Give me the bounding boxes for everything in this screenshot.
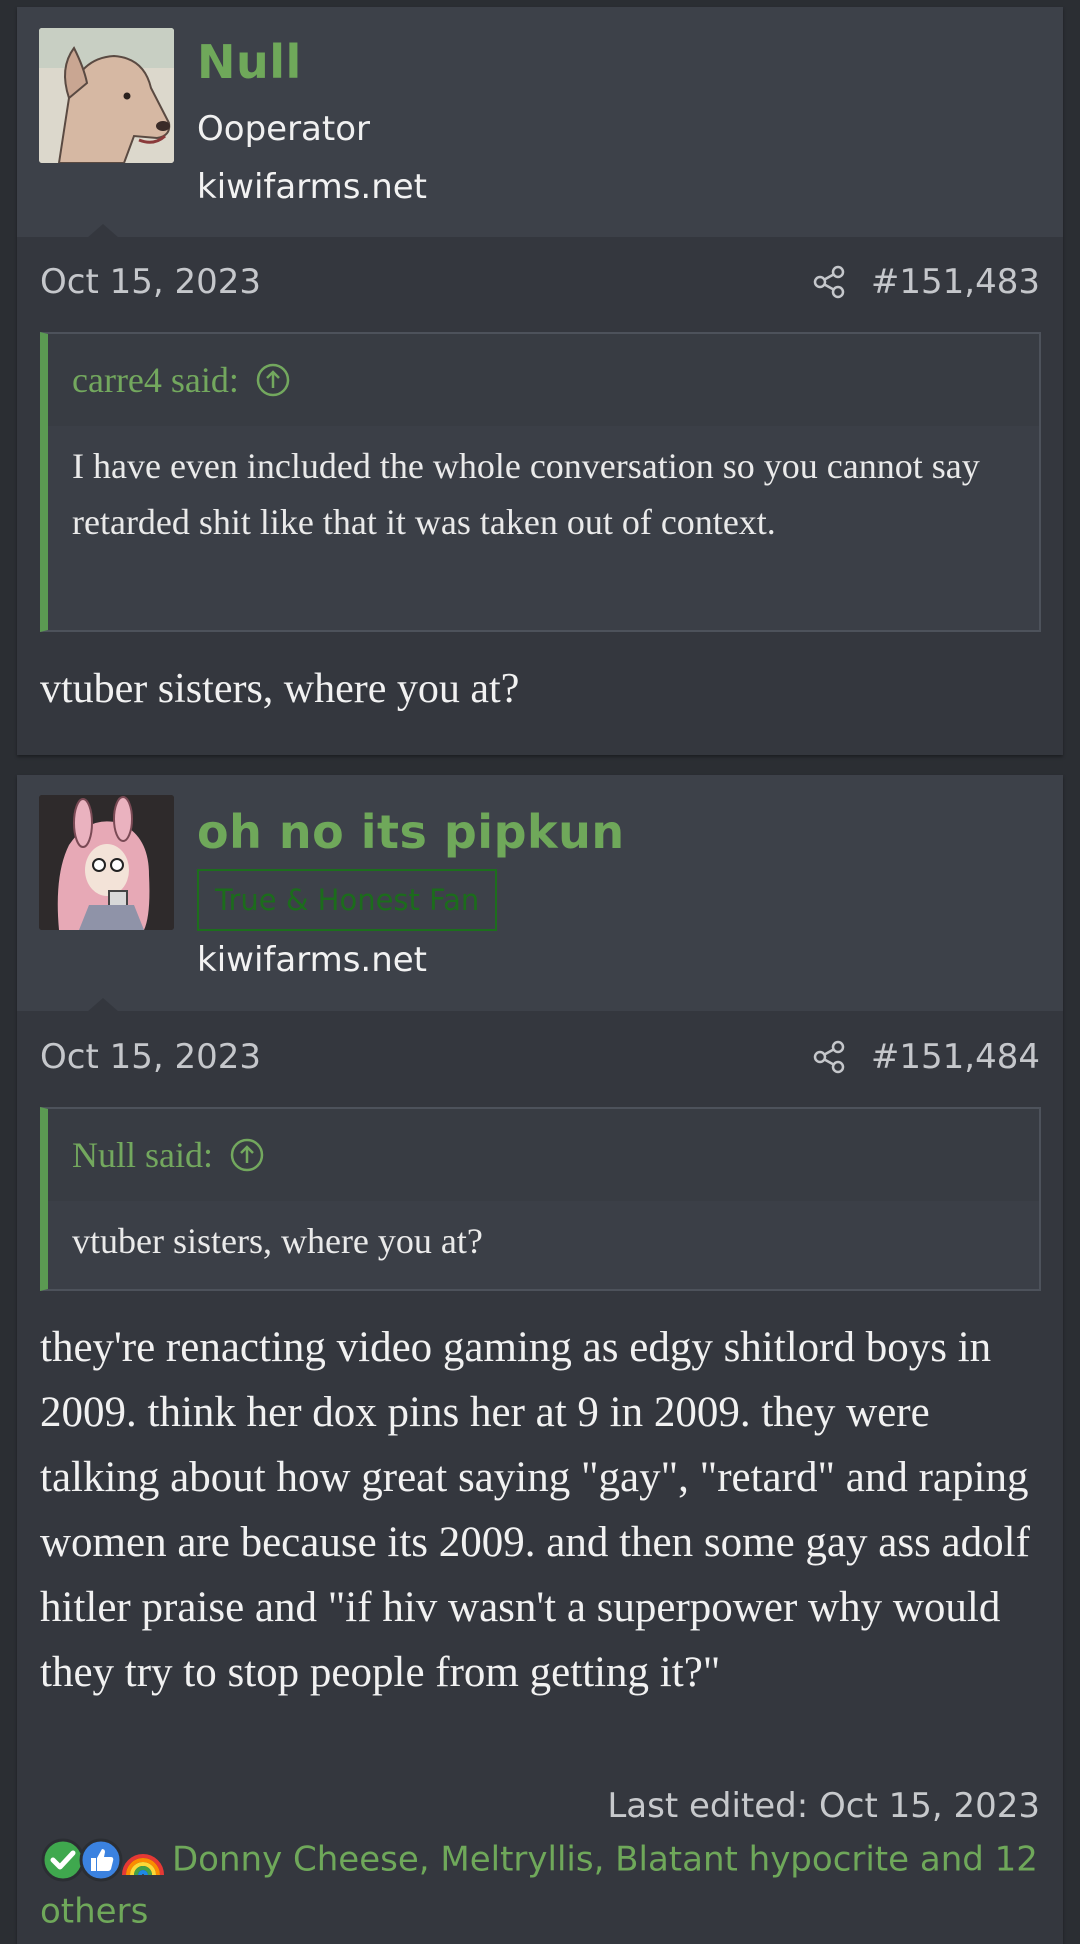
avatar[interactable] <box>39 28 174 163</box>
avatar[interactable] <box>39 795 174 930</box>
reactions-bar[interactable]: Donny Cheese, Meltryllis, Blatant hypocr… <box>40 1833 1040 1936</box>
post-number-link[interactable]: #151,483 <box>871 262 1040 302</box>
user-site: kiwifarms.net <box>197 940 428 980</box>
post-number-link[interactable]: #151,484 <box>871 1037 1040 1077</box>
user-badge: True & Honest Fan <box>197 869 498 931</box>
user-info-block: oh no its pipkun True & Honest Fan kiwif… <box>17 775 1063 1012</box>
user-block-pointer <box>87 224 119 238</box>
post-body: vtuber sisters, where you at? <box>40 666 520 712</box>
user-info-block: Null Ooperator kiwifarms.net <box>17 7 1063 238</box>
post-date[interactable]: Oct 15, 2023 <box>40 1037 261 1077</box>
last-edited: Last edited: Oct 15, 2023 <box>607 1786 1040 1826</box>
thumbs-up-icon <box>79 1838 123 1881</box>
rainbow-icon <box>122 1853 164 1875</box>
quote-block: Null said: vtuber sisters, where you at? <box>40 1107 1041 1291</box>
user-title: Ooperator <box>197 109 370 149</box>
user-block-pointer <box>87 998 119 1012</box>
user-site: kiwifarms.net <box>197 167 428 207</box>
reactions-list[interactable]: Donny Cheese, Meltryllis, Blatant hypocr… <box>40 1840 1038 1932</box>
post: Null Ooperator kiwifarms.net Oct 15, 202… <box>17 7 1063 755</box>
username[interactable]: oh no its pipkun <box>197 805 625 859</box>
post: oh no its pipkun True & Honest Fan kiwif… <box>17 775 1063 1944</box>
quote-header[interactable]: Null said: <box>48 1109 1039 1201</box>
post-date[interactable]: Oct 15, 2023 <box>40 262 261 302</box>
post-body: they're renacting video gaming as edgy s… <box>40 1324 1030 1696</box>
reaction-icons[interactable] <box>40 1837 168 1883</box>
quote-text: I have even included the whole conversat… <box>72 446 980 542</box>
share-icon[interactable] <box>812 265 846 299</box>
share-icon[interactable] <box>812 1040 846 1074</box>
jump-to-quote-icon[interactable] <box>255 362 291 398</box>
quote-text: vtuber sisters, where you at? <box>72 1221 483 1261</box>
jump-to-quote-icon[interactable] <box>229 1137 265 1173</box>
quote-author[interactable]: Null said: <box>72 1109 213 1201</box>
quote-author[interactable]: carre4 said: <box>72 334 239 426</box>
quote-block: carre4 said: I have even included the wh… <box>40 332 1041 632</box>
username[interactable]: Null <box>197 35 302 89</box>
quote-header[interactable]: carre4 said: <box>48 334 1039 426</box>
